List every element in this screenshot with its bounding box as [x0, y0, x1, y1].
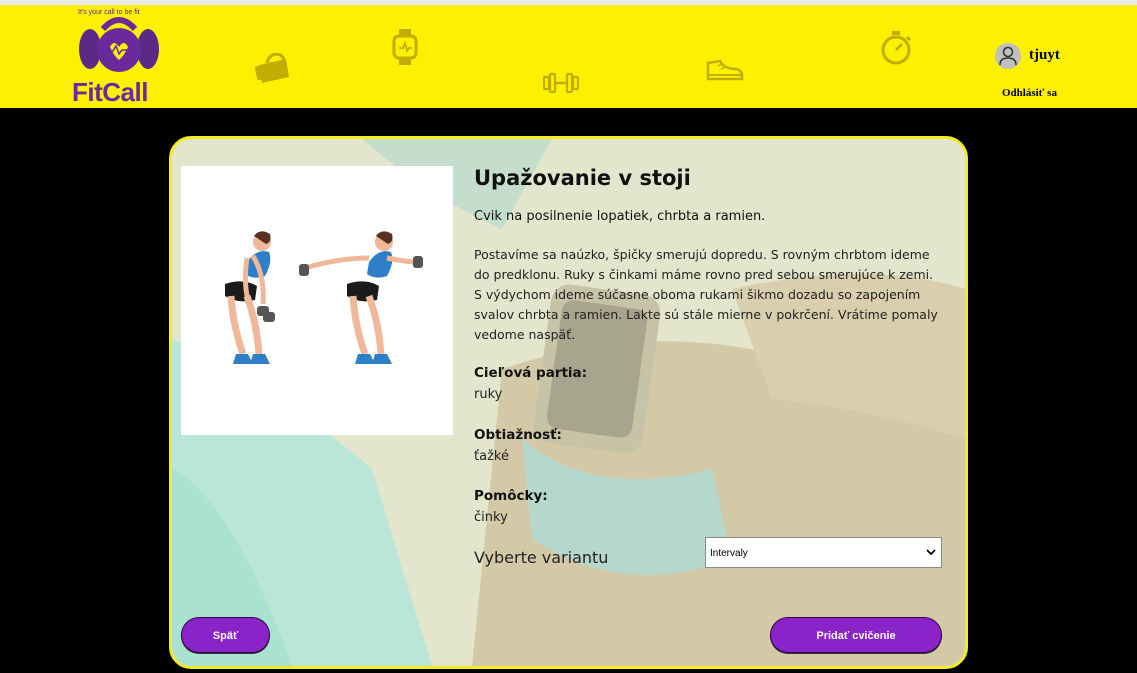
exercise-subtitle: Cvik na posilnenie lopatiek, chrbta a ra…	[474, 209, 766, 224]
user-icon	[999, 46, 1017, 66]
equipment-value: činky	[474, 510, 508, 525]
exercise-figures-image	[225, 231, 423, 364]
avatar[interactable]	[995, 43, 1021, 69]
difficulty-label: Obtiažnosť:	[474, 427, 562, 443]
logout-link[interactable]: Odhlásiť sa	[1002, 87, 1057, 99]
sneaker-icon	[706, 59, 744, 81]
logo-brand: FitCall	[72, 77, 148, 107]
stopwatch-icon	[881, 31, 912, 65]
exercise-illustration	[181, 166, 453, 435]
gym-bag-icon	[254, 53, 289, 83]
username: tjuyt	[1029, 47, 1060, 63]
fitcall-logo[interactable]: It's your call to be fit FitCall	[70, 7, 170, 107]
target-label: Cieľová partia:	[474, 365, 588, 381]
exercise-detail-card: Upažovanie v stoji Cvik na posilnenie lo…	[169, 136, 968, 669]
exercise-title: Upažovanie v stoji	[474, 166, 691, 190]
equipment-label: Pomôcky:	[474, 488, 548, 504]
chevron-down-icon	[926, 549, 936, 556]
site-header: It's your call to be fit FitCall tjuyt O…	[0, 5, 1137, 108]
variant-label: Vyberte variantu	[474, 548, 609, 567]
smartwatch-icon	[392, 29, 418, 65]
variant-selected-value: Intervaly	[710, 548, 748, 559]
dumbbell-icon	[543, 72, 579, 94]
add-exercise-button[interactable]: Pridať cvičenie	[770, 617, 942, 653]
variant-select[interactable]: Intervaly	[705, 537, 942, 568]
target-value: ruky	[474, 387, 503, 402]
difficulty-value: ťažké	[474, 449, 509, 464]
back-button[interactable]: Späť	[181, 617, 270, 653]
exercise-description: Postavíme sa naúzko, špičky smerujú dopr…	[474, 247, 938, 342]
